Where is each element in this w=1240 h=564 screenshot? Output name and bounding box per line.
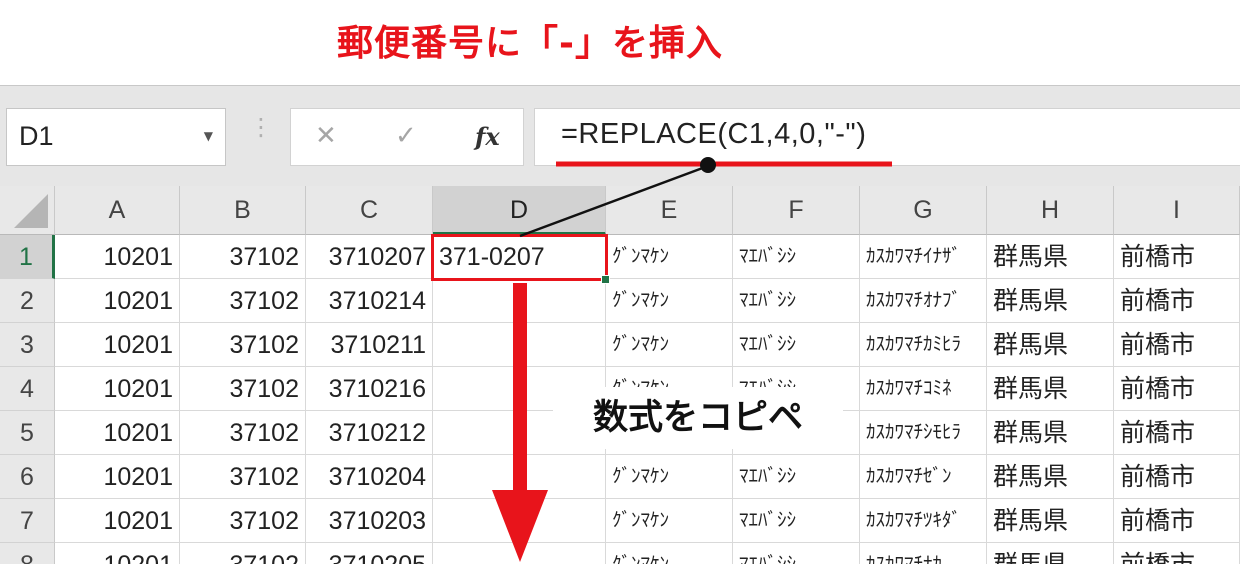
annotation-overlay [492,157,892,562]
copy-down-arrow [492,283,548,562]
connector-dot [700,157,716,173]
connector-line [519,164,709,238]
